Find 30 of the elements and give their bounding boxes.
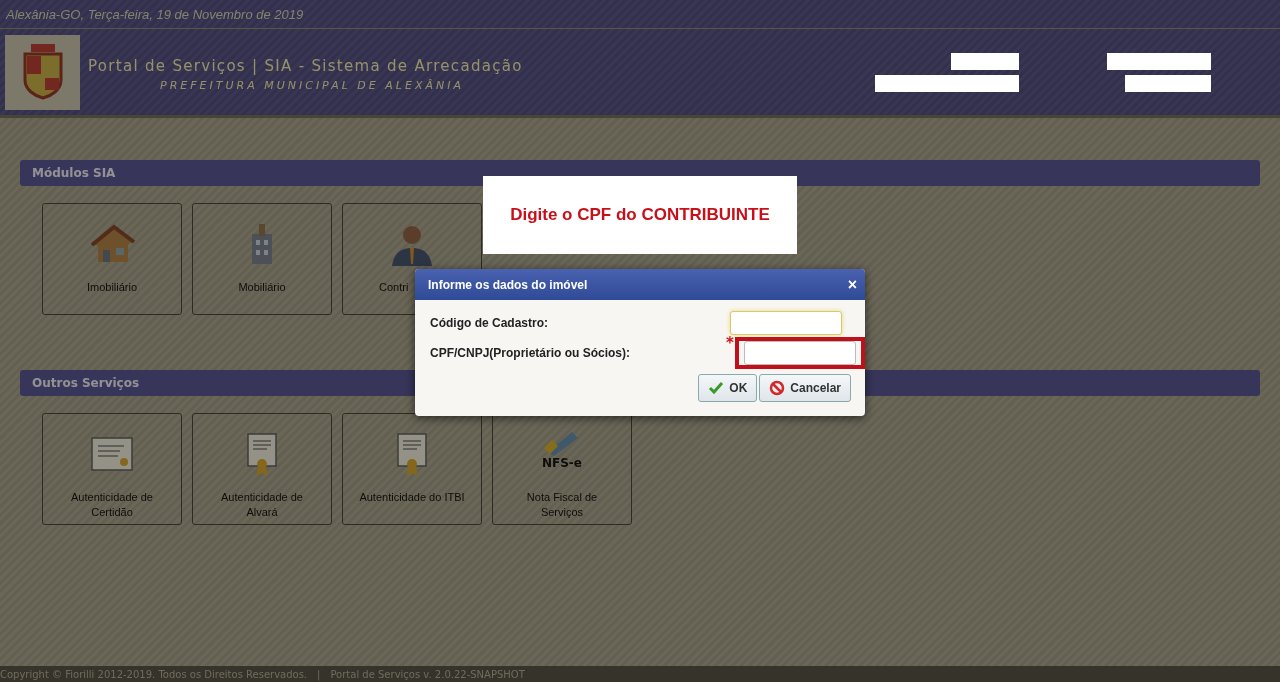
cancel-button[interactable]: Cancelar — [759, 374, 851, 402]
required-mark: * — [726, 337, 734, 349]
tile-label: Mobiliário — [238, 280, 286, 295]
tile-label: Autenticidade de Alvará — [221, 490, 303, 520]
field-label: CPF/CNPJ(Proprietário ou Sócios): — [430, 346, 631, 360]
field-label: Código de Cadastro: — [430, 316, 548, 330]
tile-label: Autenticidade de Certidão — [71, 490, 153, 520]
instruction-text: Digite o CPF do CONTRIBUINTE — [510, 205, 770, 225]
input-field[interactable] — [730, 311, 842, 335]
prohibited-icon — [769, 380, 786, 396]
tile-label: Nota Fiscal de Serviços — [526, 490, 598, 520]
nfse-logo-text: NFS-e — [542, 456, 582, 470]
input-field[interactable] — [743, 341, 856, 365]
portal-subtitle: PREFEITURA MUNICIPAL DE ALEXÂNIA — [160, 78, 465, 92]
tile-label: Contri — [379, 280, 409, 295]
date-text: Alexânia-GO, Terça-feira, 19 de Novembro de 2019 — [6, 6, 304, 22]
module-tile[interactable]: Mobiliário — [192, 203, 332, 315]
checkmark-icon — [708, 380, 725, 396]
tile-label: Imobiliário — [86, 280, 138, 295]
close-button[interactable]: × — [847, 275, 857, 294]
footer-separator: | — [317, 668, 321, 680]
tile-label: Autenticidade do ITBI — [359, 490, 465, 505]
coat-of-arms-icon — [5, 34, 80, 110]
redaction-block — [951, 52, 1019, 70]
module-tile[interactable]: Imobiliário — [42, 203, 182, 315]
ok-button[interactable]: OK — [698, 374, 758, 402]
module-tile[interactable]: Autenticidade de Certidão — [42, 413, 182, 525]
module-tile[interactable]: Autenticidade de Alvará — [192, 413, 332, 525]
section-header: Módulos SIA — [20, 160, 1260, 186]
portal-title: Portal de Serviços | SIA - Sistema de Arrecadação — [88, 56, 523, 75]
